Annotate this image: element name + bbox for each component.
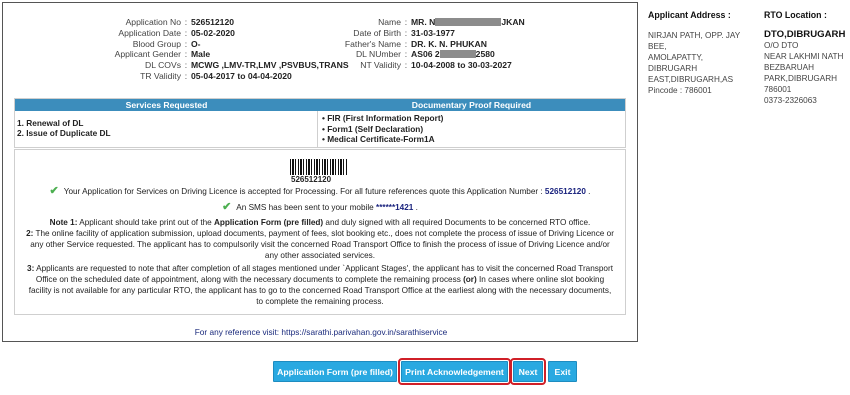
address-line: AMOLAPATTY,: [648, 53, 704, 62]
address-line: DIBRUGARH: [648, 64, 698, 73]
address-line: Pincode : 786001: [648, 86, 712, 95]
documents-list: • FIR (First Information Report) • Form1…: [318, 111, 625, 147]
rto-line: BEZBARUAH: [764, 63, 815, 72]
info-value: 10-04-2008 to 30-03-2027: [411, 60, 512, 71]
info-label: DL NUmber: [355, 49, 401, 60]
info-row-name: Name: MR. N JKAN: [301, 17, 525, 28]
exit-button[interactable]: Exit: [548, 361, 577, 382]
info-label: Date of Birth: [353, 27, 401, 38]
applicant-address-title: Applicant Address :: [648, 10, 731, 20]
acknowledgement-box: 526512120 ✔ Your Application for Services…: [14, 149, 626, 315]
rto-line: PARK,DIBRUGARH: [764, 74, 838, 83]
next-button[interactable]: Next: [510, 358, 546, 385]
info-label: Application Date: [118, 27, 181, 38]
applicant-info-right: Name: MR. N JKAN Date of Birth:31-03-1977 …: [301, 17, 525, 71]
header-documentary-proof: Documentary Proof Required: [411, 100, 532, 110]
info-label: Father's Name: [344, 38, 401, 49]
applicant-info-left: Application No:526512120 Application Dat…: [21, 17, 349, 82]
application-number: 526512120: [544, 187, 586, 196]
info-label: TR Validity: [140, 70, 181, 81]
checkmark-icon: ✔: [49, 185, 59, 197]
barcode-image: [290, 159, 348, 175]
rto-line: O/O DTO: [764, 41, 799, 50]
header-services-requested: Services Requested: [125, 100, 208, 110]
note-3: 3: Applicants are requested to note that…: [27, 264, 613, 306]
info-value: 05-04-2017 to 04-04-2020: [191, 70, 292, 81]
info-row-father-name: Father's Name: DR. K. N. PHUKAN: [301, 39, 525, 50]
info-value: DR. K. N. PHUKAN: [411, 38, 487, 49]
accepted-message: ✔ Your Application for Services on Drivin…: [49, 185, 591, 197]
info-row-dob: Date of Birth:31-03-1977: [301, 28, 525, 39]
services-table-body: 1. Renewal of DL 2. Issue of Duplicate D…: [15, 111, 625, 147]
info-label: Application No: [125, 17, 181, 27]
info-row-dl-number: DL NUmber: AS06 2 2580: [301, 49, 525, 60]
info-row-application-date: Application Date:05-02-2020: [21, 28, 349, 39]
barcode-number: 526512120: [291, 175, 332, 184]
info-label: Name: [378, 17, 401, 27]
info-value: 05-02-2020: [191, 27, 235, 38]
info-value: 526512120: [191, 17, 235, 27]
print-acknowledgement-button[interactable]: Print Acknowledgement: [398, 358, 511, 385]
address-line: BEE,: [648, 42, 667, 51]
document-item: • FIR (First Information Report): [322, 113, 444, 123]
info-label: Applicant Gender: [114, 49, 181, 60]
redaction-mask: [439, 50, 476, 59]
info-label: NT Validity: [360, 60, 401, 71]
note-2: 2: The online facility of application su…: [26, 229, 614, 260]
services-table-header: Services Requested Documentary Proof Req…: [15, 99, 625, 111]
info-row-application-no: Application No:526512120: [21, 17, 349, 28]
reference-link-text: For any reference visit: https://sarathi…: [194, 327, 448, 337]
rto-line: 0373-2326063: [764, 96, 817, 105]
redaction-mask: [435, 18, 502, 26]
info-label: Blood Group: [132, 38, 181, 49]
service-item: 1. Renewal of DL: [17, 118, 84, 128]
rto-line: NEAR LAKHMI NATH: [764, 52, 844, 61]
rto-location-block: RTO Location : DTO,DIBRUGARH O/O DTO NEA…: [764, 10, 850, 106]
mobile-number: ******1421: [376, 203, 414, 212]
services-table: Services Requested Documentary Proof Req…: [14, 98, 626, 148]
services-list: 1. Renewal of DL 2. Issue of Duplicate D…: [15, 111, 318, 147]
info-row-nt-validity: NT Validity:10-04-2008 to 30-03-2027: [301, 60, 525, 71]
acknowledgement-panel: Application No:526512120 Application Dat…: [2, 2, 638, 342]
address-line: EAST,DIBRUGARH,AS: [648, 75, 734, 84]
service-item: 2. Issue of Duplicate DL: [17, 128, 111, 138]
info-row-tr-validity: TR Validity:05-04-2017 to 04-04-2020: [21, 71, 349, 82]
info-value: O-: [191, 38, 201, 49]
info-row-blood-group: Blood Group: O-: [21, 39, 349, 50]
checkmark-icon: ✔: [222, 201, 232, 213]
application-form-button[interactable]: Application Form (pre filled): [273, 361, 397, 382]
rto-name: DTO,DIBRUGARH: [764, 29, 846, 40]
info-value: MR. N JKAN: [411, 17, 525, 27]
info-value: Male: [191, 49, 211, 60]
info-value: AS06 2 2580: [411, 49, 495, 60]
rto-location-title: RTO Location :: [764, 10, 827, 20]
document-item: • Medical Certificate-Form1A: [322, 134, 435, 145]
info-value: 31-03-1977: [411, 27, 455, 38]
document-item: • Form1 (Self Declaration): [322, 123, 424, 134]
info-label: DL COVs: [145, 60, 181, 71]
sms-message: ✔ An SMS has been sent to your mobile ***…: [222, 201, 418, 213]
applicant-address-block: Applicant Address : NIRJAN PATH, OPP. JA…: [648, 10, 748, 96]
note-1: Note 1: Applicant should take print out …: [49, 218, 591, 227]
rto-line: 786001: [764, 85, 792, 94]
info-row-gender: Applicant Gender: Male: [21, 49, 349, 60]
info-row-dl-covs: DL COVs: MCWG ,LMV-TR,LMV ,PSVBUS,TRANS: [21, 60, 349, 71]
address-line: NIRJAN PATH, OPP. JAY: [648, 31, 741, 40]
